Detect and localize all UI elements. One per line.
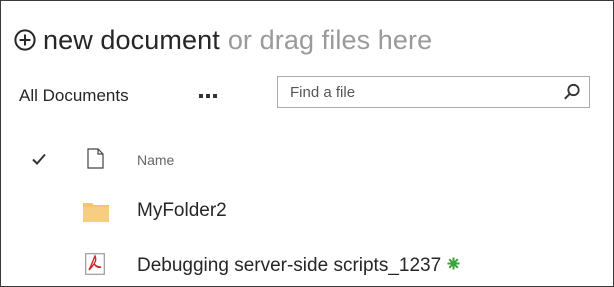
find-file-search-box bbox=[277, 76, 590, 108]
list-item: MyFolder2 bbox=[1, 191, 613, 231]
more-options-button[interactable] bbox=[194, 85, 222, 107]
ellipsis-dot bbox=[199, 94, 203, 98]
search-icon[interactable] bbox=[563, 83, 581, 101]
checkmark-icon[interactable] bbox=[32, 153, 46, 165]
ellipsis-dot bbox=[206, 94, 210, 98]
new-document-row: new document or drag files here bbox=[14, 20, 432, 60]
item-name-link[interactable]: Debugging server-side scripts_1237 bbox=[137, 255, 460, 277]
item-name-link[interactable]: MyFolder2 bbox=[137, 200, 227, 222]
drag-files-hint: or drag files here bbox=[227, 24, 433, 55]
name-column-header[interactable]: Name bbox=[137, 152, 174, 168]
search-input[interactable] bbox=[278, 77, 548, 107]
view-selector-all-documents[interactable]: All Documents bbox=[19, 86, 129, 106]
pdf-icon bbox=[85, 253, 105, 275]
new-item-icon bbox=[447, 257, 460, 270]
new-document-link[interactable]: new document bbox=[43, 25, 220, 56]
document-icon bbox=[87, 148, 104, 169]
list-item: Debugging server-side scripts_1237 bbox=[1, 246, 613, 286]
item-name-text: Debugging server-side scripts_1237 bbox=[137, 255, 442, 276]
circle-plus-icon[interactable] bbox=[14, 29, 36, 51]
document-library-panel: new document or drag files here All Docu… bbox=[0, 0, 614, 287]
ellipsis-dot bbox=[213, 94, 217, 98]
folder-icon bbox=[83, 203, 109, 222]
